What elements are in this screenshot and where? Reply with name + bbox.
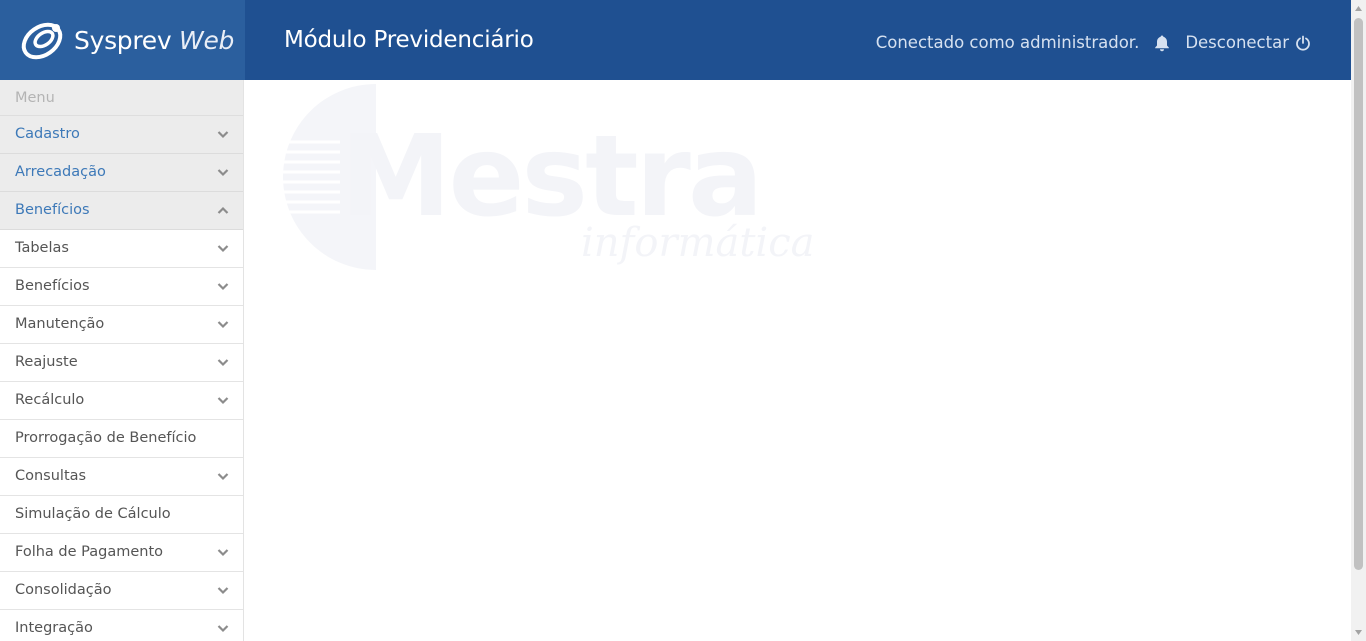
chevron-down-icon	[217, 169, 229, 177]
scroll-down-arrow-icon[interactable]	[1354, 628, 1363, 637]
mestra-watermark: Mestra informática	[278, 80, 838, 280]
menu-item-consultas[interactable]: Consultas	[0, 458, 243, 496]
menu-group-label: Arrecadação	[15, 164, 106, 180]
chevron-down-icon	[217, 397, 229, 405]
menu-item-integracao[interactable]: Integração	[0, 610, 243, 641]
brand[interactable]: Sysprev Web	[0, 0, 245, 80]
top-header: Sysprev Web Módulo Previdenciário Conect…	[0, 0, 1351, 80]
chevron-down-icon	[217, 321, 229, 329]
page-scrollbar[interactable]	[1351, 0, 1366, 641]
chevron-down-icon	[217, 131, 229, 139]
bell-icon[interactable]	[1153, 34, 1171, 52]
menu-item-label: Prorrogação de Benefício	[15, 430, 197, 446]
menu-item-label: Consolidação	[15, 582, 112, 598]
menu-group-cadastro[interactable]: Cadastro	[0, 116, 243, 154]
menu-item-manutencao[interactable]: Manutenção	[0, 306, 243, 344]
menu-item-label: Manutenção	[15, 316, 105, 332]
scroll-up-arrow-icon[interactable]	[1354, 4, 1363, 13]
connected-status: Conectado como administrador.	[875, 33, 1140, 52]
menu-item-label: Benefícios	[15, 278, 90, 294]
brand-name: Sysprev Web	[74, 25, 235, 55]
menu-item-label: Reajuste	[15, 354, 78, 370]
user-area: Conectado como administrador. Desconecta…	[876, 33, 1311, 52]
menu-item-reajuste[interactable]: Reajuste	[0, 344, 243, 382]
scroll-thumb[interactable]	[1354, 18, 1363, 570]
menu-item-tabelas[interactable]: Tabelas	[0, 230, 243, 268]
chevron-up-icon	[217, 206, 229, 214]
menu-item-label: Tabelas	[15, 240, 69, 256]
logout-button[interactable]: Desconectar	[1185, 33, 1311, 52]
chevron-down-icon	[217, 245, 229, 253]
sysprev-logo-icon	[21, 22, 63, 60]
logout-label: Desconectar	[1185, 33, 1289, 52]
chevron-down-icon	[217, 283, 229, 291]
menu-item-label: Folha de Pagamento	[15, 544, 164, 560]
menu-group-arrecadacao[interactable]: Arrecadação	[0, 154, 243, 192]
menu-item-simulacao-calculo[interactable]: Simulação de Cálculo	[0, 496, 243, 534]
menu-item-label: Consultas	[15, 468, 87, 484]
menu-group-label: Cadastro	[15, 126, 80, 142]
menu-item-consolidacao[interactable]: Consolidação	[0, 572, 243, 610]
menu-item-prorrogacao-beneficio[interactable]: Prorrogação de Benefício	[0, 420, 243, 458]
brand-suffix: Web	[179, 25, 235, 55]
chevron-down-icon	[217, 625, 229, 633]
menu-item-beneficios[interactable]: Benefícios	[0, 268, 243, 306]
menu-group-label: Benefícios	[15, 202, 90, 218]
menu-item-recalculo[interactable]: Recálculo	[0, 382, 243, 420]
chevron-down-icon	[217, 587, 229, 595]
chevron-down-icon	[217, 473, 229, 481]
menu-item-label: Integração	[15, 620, 93, 636]
menu-item-label: Recálculo	[15, 392, 85, 408]
sidebar-menu: Menu Cadastro Arrecadação Benefícios Tab…	[0, 80, 244, 641]
watermark-subtitle: informática	[581, 220, 815, 266]
power-icon	[1296, 35, 1310, 51]
main-content: Mestra informática	[245, 80, 1351, 641]
menu-group-beneficios[interactable]: Benefícios	[0, 192, 243, 230]
module-title: Módulo Previdenciário	[284, 27, 534, 53]
chevron-down-icon	[217, 359, 229, 367]
menu-item-folha-pagamento[interactable]: Folha de Pagamento	[0, 534, 243, 572]
menu-caption: Menu	[0, 80, 243, 116]
chevron-down-icon	[217, 549, 229, 557]
menu-item-label: Simulação de Cálculo	[15, 506, 171, 522]
